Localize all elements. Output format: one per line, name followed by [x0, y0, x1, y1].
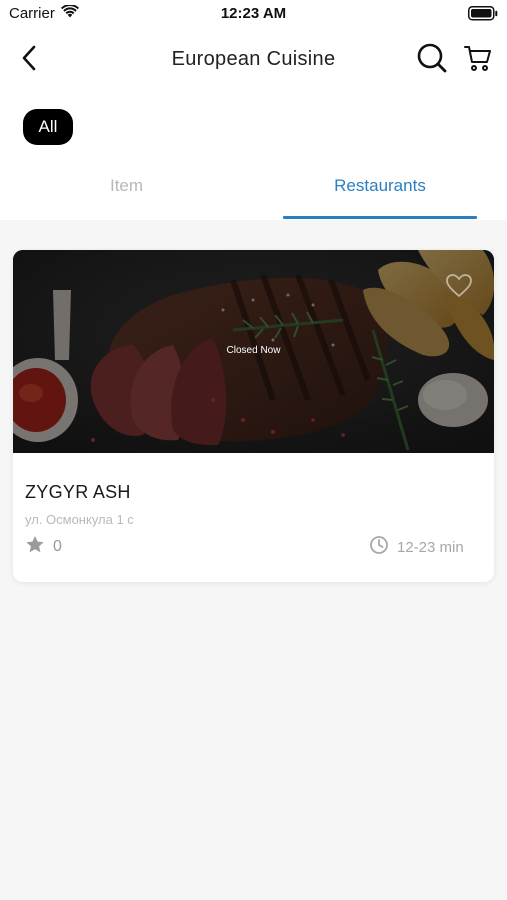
- tab-restaurants[interactable]: Restaurants: [283, 176, 477, 204]
- status-bar: Carrier 12:23 AM: [0, 0, 507, 30]
- delivery-time-value: 12-23 min: [397, 539, 464, 556]
- restaurant-card[interactable]: Closed Now ZYGYR ASH ул. Осмонкула 1 с 0…: [13, 250, 494, 582]
- filter-chip-all[interactable]: All: [23, 109, 73, 145]
- restaurant-address: ул. Осмонкула 1 с: [25, 512, 134, 527]
- search-icon: [416, 42, 448, 79]
- nav-bar: European Cuisine: [0, 35, 507, 85]
- favorite-button[interactable]: [443, 270, 475, 300]
- status-time: 12:23 AM: [220, 5, 287, 22]
- rating: 0: [25, 535, 62, 559]
- cart-icon: [463, 43, 493, 78]
- clock-icon: [369, 535, 389, 560]
- delivery-time: 12-23 min: [369, 535, 464, 560]
- battery-icon: [468, 6, 498, 21]
- restaurant-image: Closed Now: [13, 250, 494, 453]
- tab-item[interactable]: Item: [0, 176, 253, 204]
- restaurant-name: ZYGYR ASH: [25, 482, 131, 502]
- active-tab-indicator: [283, 216, 477, 219]
- closed-status-label: Closed Now: [226, 345, 281, 356]
- cart-button[interactable]: [460, 43, 496, 77]
- search-button[interactable]: [414, 43, 450, 77]
- rating-value: 0: [53, 538, 62, 555]
- heart-icon: [445, 273, 473, 298]
- star-icon: [25, 535, 45, 559]
